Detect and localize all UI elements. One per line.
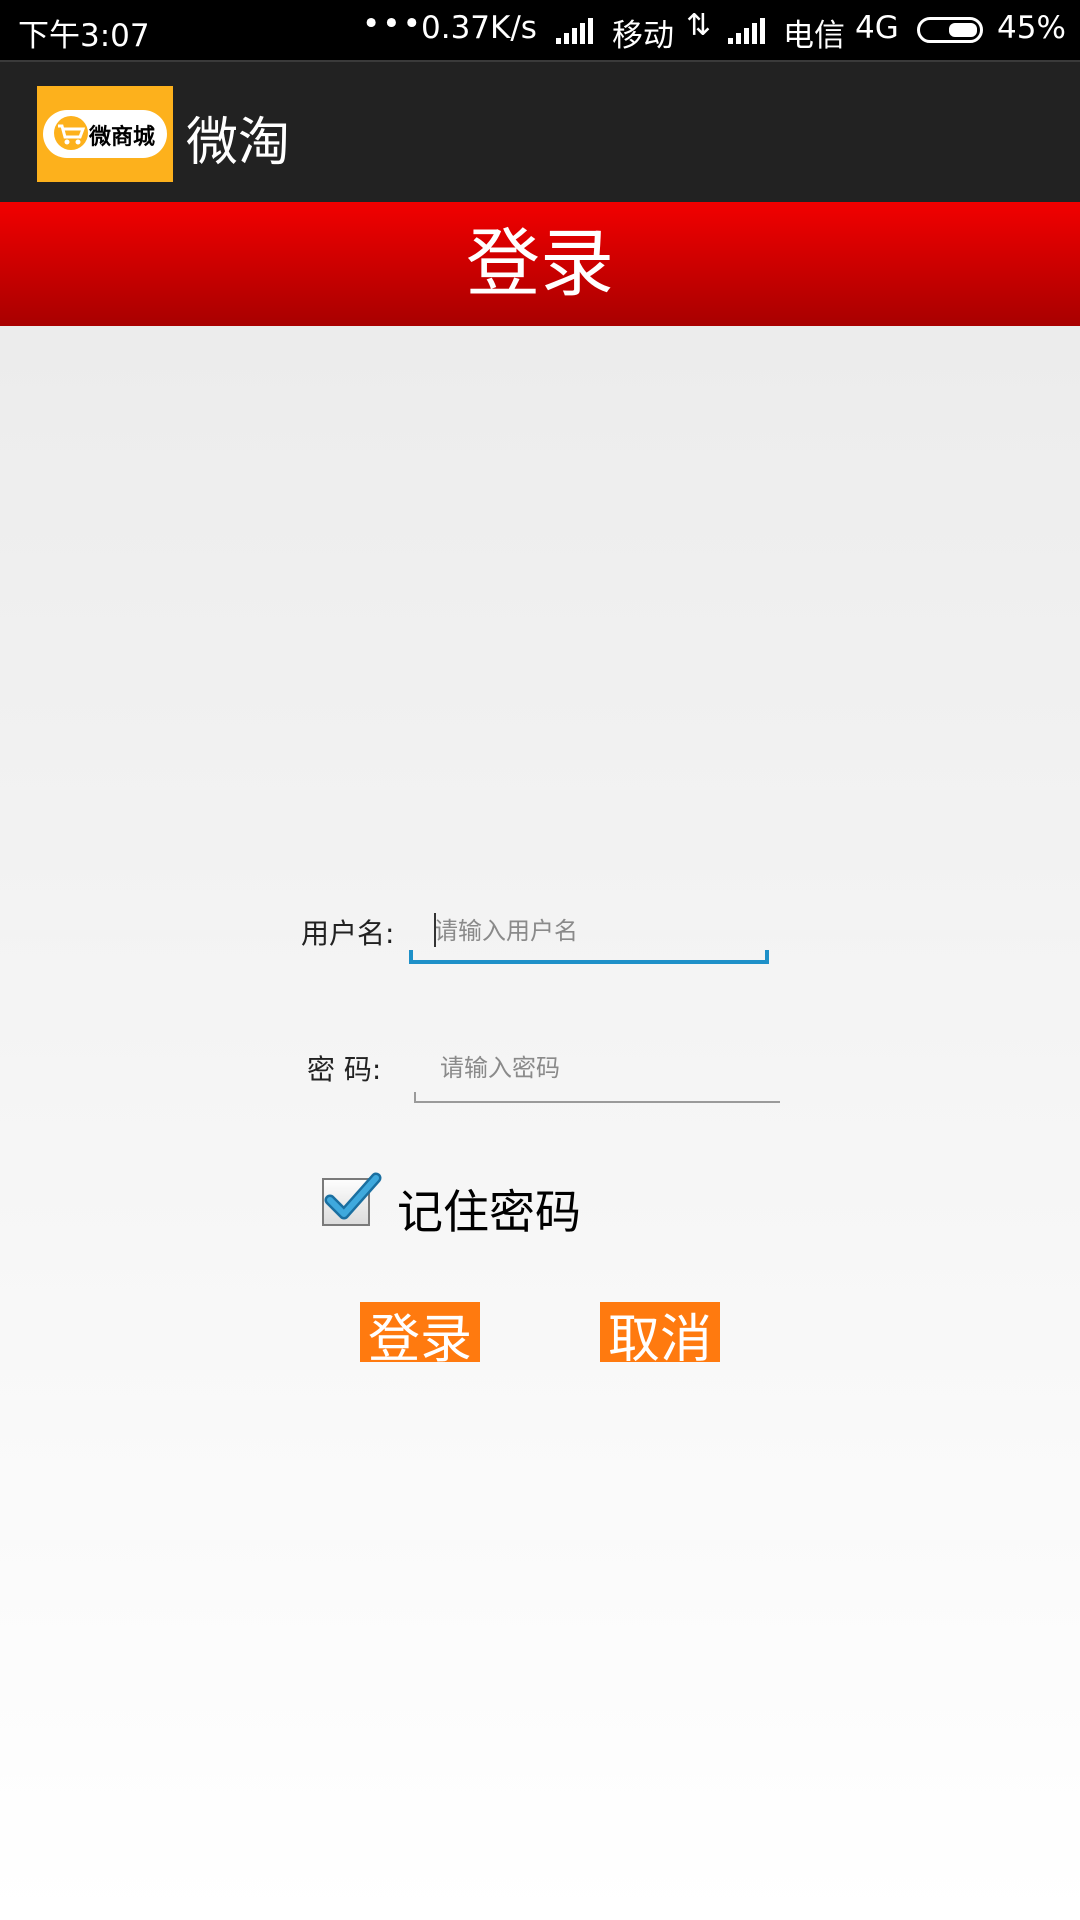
carrier-telecom: 电信 — [783, 18, 845, 54]
username-field-container — [414, 908, 774, 954]
cancel-button[interactable]: 取消 — [600, 1302, 720, 1362]
app-bar: 微商城 微淘 — [0, 60, 1080, 204]
username-underline — [409, 960, 769, 964]
page-header: 登录 — [0, 202, 1080, 326]
status-bar: 下午3:07 ••• 0.37K/s 移动 ⇅ 电信 4G 45% — [0, 0, 1080, 60]
checkmark-icon — [324, 1172, 382, 1220]
status-time: 下午3:07 — [18, 18, 150, 54]
password-field-container — [420, 1045, 780, 1091]
page-title: 登录 — [466, 221, 614, 307]
login-button[interactable]: 登录 — [360, 1302, 480, 1362]
shopping-cart-icon — [54, 116, 88, 150]
notification-dots-icon: ••• — [362, 6, 423, 42]
login-form-area — [0, 326, 1080, 1920]
signal-strength-icon-1 — [556, 18, 596, 44]
app-logo[interactable]: 微商城 — [37, 86, 173, 182]
network-type: 4G — [855, 10, 899, 46]
password-label: 密 码: — [307, 1053, 382, 1086]
text-cursor — [434, 913, 436, 947]
remember-password-checkbox[interactable] — [322, 1172, 382, 1226]
battery-icon — [917, 17, 983, 43]
username-label: 用户名: — [301, 917, 395, 950]
battery-percent: 45% — [997, 10, 1066, 46]
network-speed: 0.37K/s — [421, 10, 537, 46]
password-input[interactable] — [420, 1045, 780, 1091]
app-title: 微淘 — [186, 113, 291, 173]
username-input[interactable] — [414, 908, 774, 954]
signal-strength-icon-2 — [728, 18, 768, 44]
remember-password-label[interactable]: 记住密码 — [397, 1176, 581, 1242]
logo-text: 微商城 — [89, 125, 156, 150]
carrier-mobile: 移动 — [612, 18, 674, 54]
data-transfer-icon: ⇅ — [686, 8, 712, 43]
password-underline — [414, 1101, 780, 1103]
